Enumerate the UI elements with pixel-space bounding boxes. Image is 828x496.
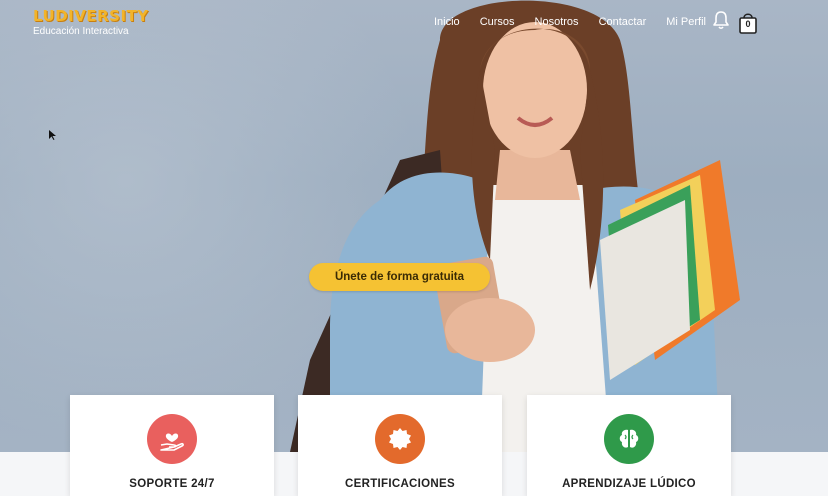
- nav-item-nosotros[interactable]: Nosotros: [535, 16, 579, 28]
- main-nav: Inicio Cursos Nosotros Contactar Mi Perf…: [434, 16, 718, 28]
- feature-card-certificaciones[interactable]: CERTIFICACIONES: [298, 395, 502, 496]
- bell-icon[interactable]: [712, 10, 730, 30]
- brand-logo[interactable]: LUDIVERSITY Educación Interactiva: [33, 7, 149, 37]
- mouse-cursor-icon: [49, 130, 56, 140]
- feature-card-aprendizaje[interactable]: APRENDIZAJE LÚDICO: [527, 395, 731, 496]
- nav-item-mi-perfil[interactable]: Mi Perfil: [666, 16, 706, 28]
- brand-tagline: Educación Interactiva: [33, 26, 129, 37]
- hero-student-image: [290, 0, 740, 452]
- shopping-bag-button[interactable]: 0: [738, 12, 758, 34]
- feature-title-certificaciones: CERTIFICACIONES: [345, 478, 455, 490]
- nav-item-cursos[interactable]: Cursos: [480, 16, 515, 28]
- feature-title-soporte: SOPORTE 24/7: [129, 478, 215, 490]
- nav-item-inicio[interactable]: Inicio: [434, 16, 460, 28]
- feature-title-aprendizaje: APRENDIZAJE LÚDICO: [562, 478, 696, 490]
- brand-name: LUDIVERSITY: [33, 7, 149, 25]
- hero-banner: [0, 0, 828, 452]
- join-free-button[interactable]: Únete de forma gratuita: [309, 263, 490, 291]
- brain-icon: [604, 414, 654, 464]
- cart-count: 0: [745, 19, 751, 29]
- heart-hand-icon: [147, 414, 197, 464]
- nav-item-contactar[interactable]: Contactar: [599, 16, 647, 28]
- badge-icon: [375, 414, 425, 464]
- feature-card-soporte[interactable]: SOPORTE 24/7: [70, 395, 274, 496]
